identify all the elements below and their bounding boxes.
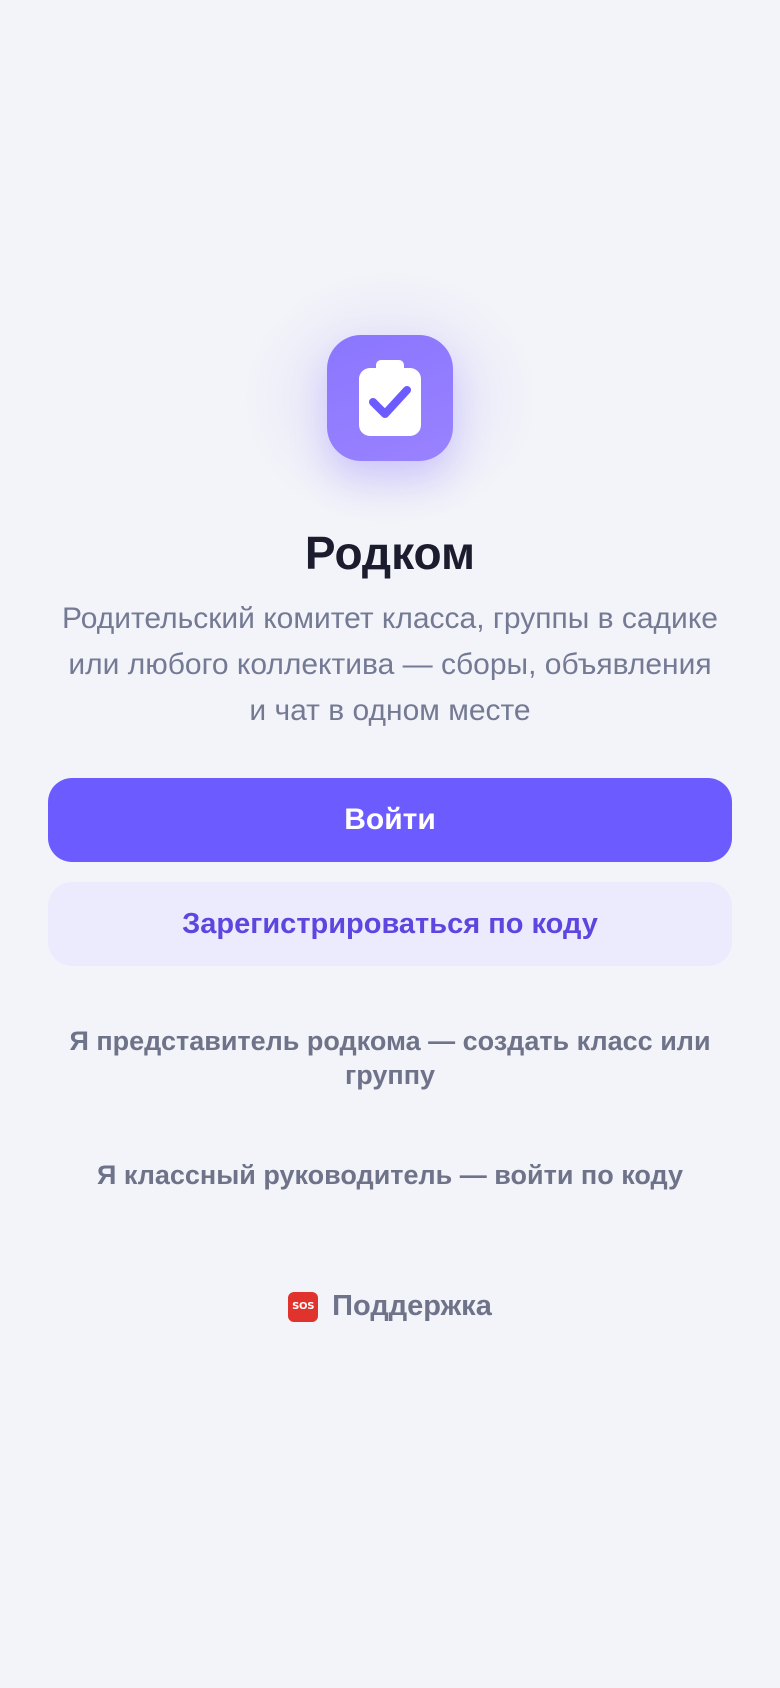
welcome-screen: Родком Родительский комитет класса, груп… [0, 0, 780, 1688]
clipboard-check-icon [359, 360, 421, 436]
app-subtitle: Родительский комитет класса, группы в са… [62, 602, 718, 727]
create-class-link[interactable]: Я представитель родкома — создать класс … [50, 1024, 730, 1092]
support-label: Поддержка [332, 1290, 492, 1322]
sos-icon: SOS [288, 1291, 319, 1322]
teacher-login-link[interactable]: Я классный руководитель — войти по коду [50, 1158, 730, 1192]
app-logo [327, 335, 453, 461]
support-link[interactable]: SOS Поддержка [0, 1290, 780, 1323]
app-title: Родком [304, 527, 476, 579]
register-by-code-button[interactable]: Зарегистрироваться по коду [48, 882, 732, 966]
login-button[interactable]: Войти [48, 778, 732, 862]
